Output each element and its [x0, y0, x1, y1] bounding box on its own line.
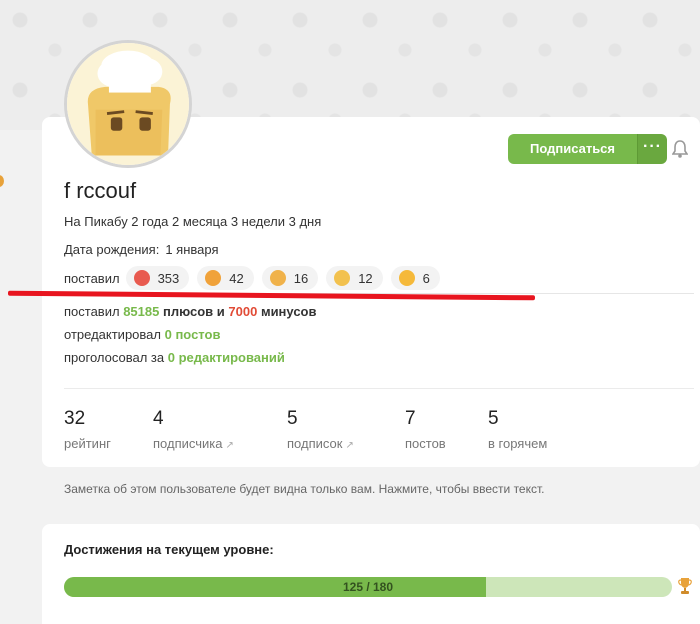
reaction-count: 16 — [293, 270, 309, 286]
edits-prefix: отредактировал — [64, 327, 161, 342]
stat-value: 32 — [64, 408, 86, 429]
achievements-card — [42, 524, 700, 624]
birthday: Дата рождения: 1 января — [64, 242, 219, 257]
clown-emoji-icon — [133, 270, 150, 286]
external-link-icon: ↗ — [225, 440, 234, 451]
reaction-clap[interactable]: 16 — [261, 266, 319, 290]
votes-prefix: поставил — [64, 304, 120, 319]
voted-summary: проголосовал за 0 редактирований — [64, 350, 285, 365]
minus-count: 7000 — [228, 304, 258, 319]
reaction-count: 42 — [229, 270, 244, 286]
level-progress-bar: 125 / 180 — [64, 577, 672, 597]
edits-link[interactable]: 0 постов — [165, 327, 221, 342]
reaction-laugh[interactable]: 6 — [390, 266, 440, 290]
clap-emoji-icon — [269, 270, 286, 286]
voted-prefix: проголосовал за — [64, 350, 165, 365]
stat-label: постов — [405, 436, 446, 451]
stat-rating: 32 рейтинг — [64, 408, 111, 451]
external-link-icon: ↗ — [345, 440, 354, 451]
reaction-count: 6 — [422, 270, 430, 286]
more-options-button[interactable]: ··· — [637, 134, 668, 164]
achievements-title: Достижения на текущем уровне: — [64, 542, 274, 557]
user-note[interactable]: Заметка об этом пользователе будет видна… — [64, 482, 545, 496]
shocked-emoji-icon — [205, 270, 222, 286]
stat-value: 5 — [488, 408, 499, 429]
plus-count: 85185 — [123, 304, 160, 319]
bell-icon[interactable] — [672, 140, 688, 158]
reaction-count: 12 — [358, 270, 373, 286]
laugh-emoji-icon — [398, 270, 415, 286]
votes-suffix: минусов — [260, 304, 317, 319]
votes-mid: плюсов и — [162, 304, 225, 319]
partial-emoji-icon — [0, 175, 4, 187]
birthday-value: 1 января — [165, 242, 219, 257]
stat-label: подписчика ↗ — [153, 436, 234, 451]
chef-toast-icon — [67, 43, 189, 165]
stats-divider — [64, 388, 694, 389]
trophy-icon — [678, 578, 692, 594]
stat-posts[interactable]: 7 постов — [405, 408, 446, 451]
reactions-label: поставил — [64, 270, 120, 286]
account-age: На Пикабу 2 года 2 месяца 3 недели 3 дня — [64, 214, 322, 229]
stat-value: 4 — [153, 408, 164, 429]
stat-subscriptions[interactable]: 5 подписок ↗ — [287, 408, 354, 451]
stat-label: подписок ↗ — [287, 436, 354, 451]
votes-summary: поставил 85185 плюсов и 7000 минусов — [64, 304, 316, 319]
reaction-shocked[interactable]: 42 — [197, 266, 254, 290]
reaction-count: 353 — [157, 270, 180, 286]
reactions-row: поставил 353 42 16 12 6 — [64, 265, 448, 291]
avatar[interactable] — [64, 40, 192, 168]
stat-value: 7 — [405, 408, 416, 429]
edits-summary: отредактировал 0 постов — [64, 327, 220, 342]
stat-value: 5 — [287, 408, 298, 429]
stat-label-text: подписчика — [153, 436, 223, 451]
reaction-hot[interactable]: 12 — [326, 266, 383, 290]
progress-text: 125 / 180 — [342, 580, 394, 594]
hot-emoji-icon — [334, 270, 351, 286]
stat-label-text: подписок — [287, 436, 343, 451]
stat-label: рейтинг — [64, 436, 111, 451]
stat-label: в горячем — [488, 436, 548, 451]
stat-hot[interactable]: 5 в горячем — [488, 408, 547, 451]
birthday-label: Дата рождения: — [64, 242, 160, 257]
subscribe-group: Подписаться ··· — [508, 134, 668, 164]
subscribe-button[interactable]: Подписаться — [508, 134, 638, 164]
reaction-clown[interactable]: 353 — [125, 266, 190, 290]
username: f rccouf — [64, 178, 137, 203]
stat-followers[interactable]: 4 подписчика ↗ — [153, 408, 234, 451]
voted-value: 0 редактирований — [167, 350, 285, 365]
